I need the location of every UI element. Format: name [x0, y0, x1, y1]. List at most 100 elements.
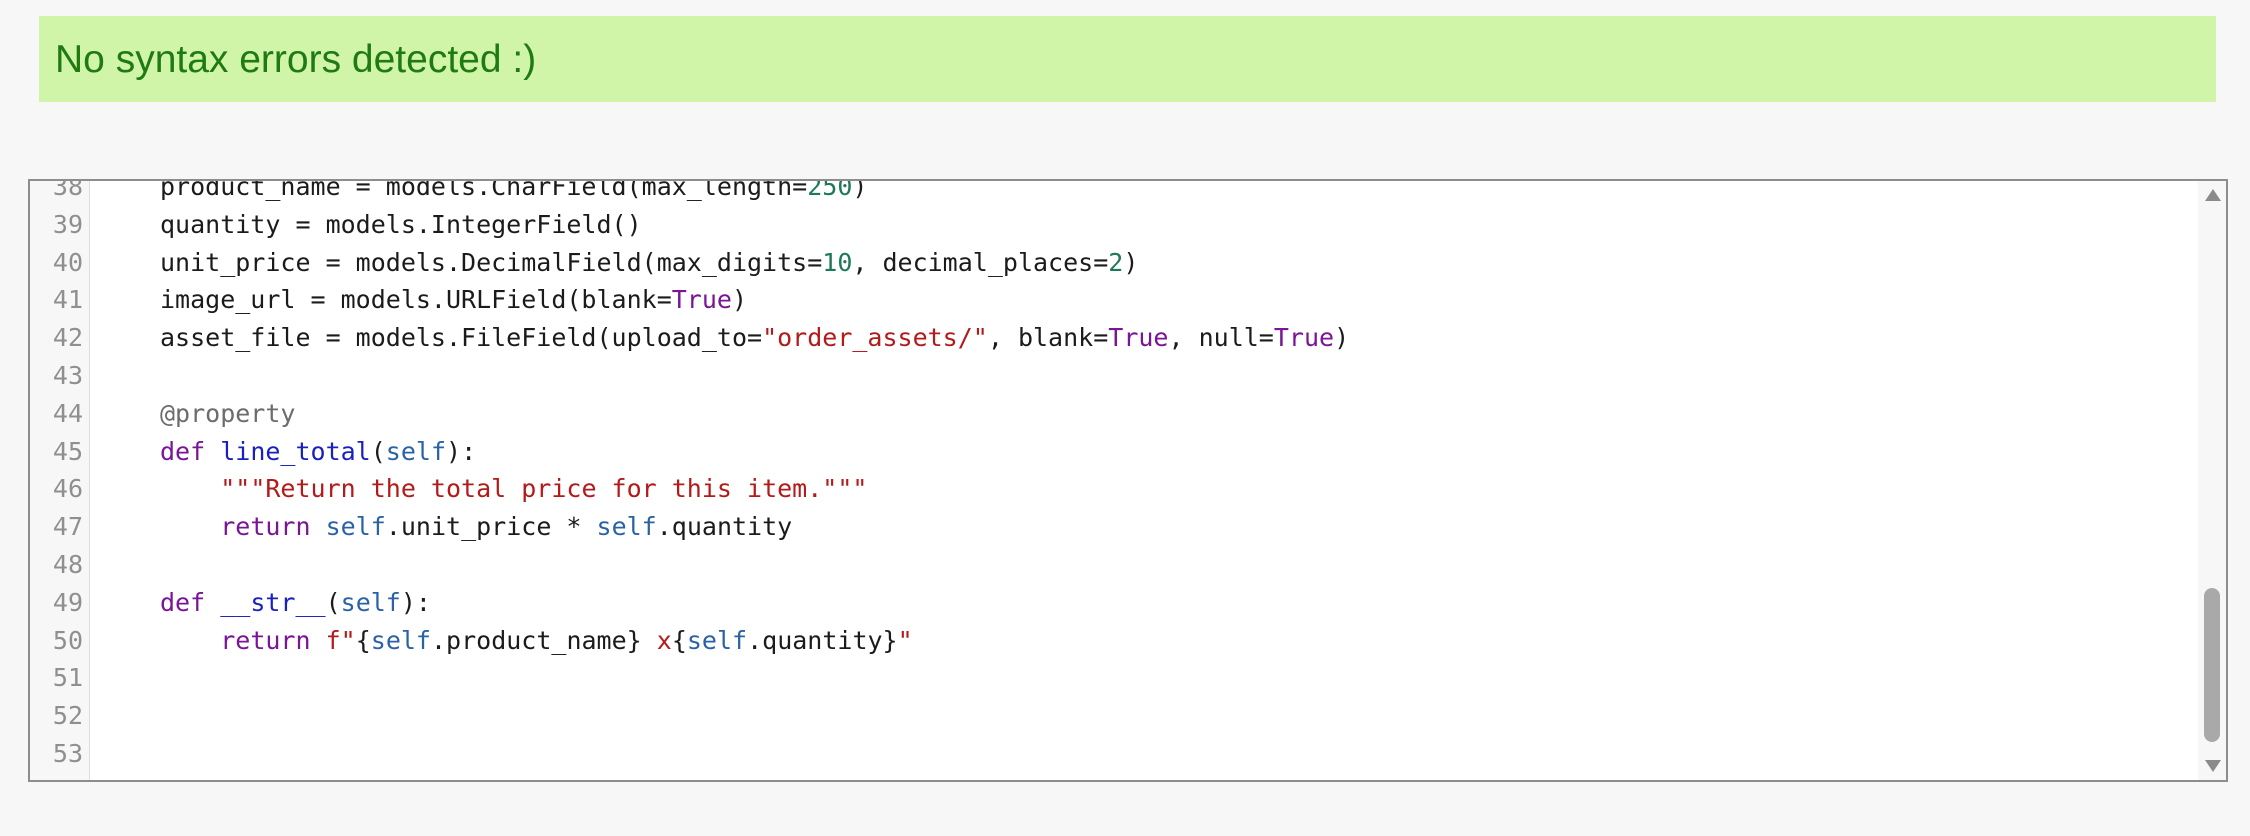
code-line[interactable]: 50 return f"{self.product_name} x{self.q… — [30, 622, 2196, 660]
code-line[interactable]: 51 — [30, 659, 2196, 697]
code-area[interactable]: 38 product_name = models.CharField(max_le… — [30, 179, 2196, 773]
line-number: 39 — [52, 209, 83, 239]
line-number: 44 — [52, 398, 83, 428]
line-number: 41 — [52, 285, 83, 315]
line-code: return f"{self.product_name} x{self.quan… — [160, 622, 913, 660]
line-number: 50 — [52, 625, 83, 655]
line-number: 43 — [52, 360, 83, 390]
code-token: """Return the total price for this item.… — [220, 474, 868, 504]
code-line[interactable]: 42 asset_file = models.FileField(upload_t… — [30, 319, 2196, 357]
code-token: { — [355, 625, 371, 655]
vertical-scrollbar[interactable] — [2198, 181, 2226, 780]
code-line[interactable]: 53 — [30, 735, 2196, 773]
code-token: True — [1108, 323, 1169, 353]
code-token: return — [220, 625, 311, 655]
code-token: ): — [446, 436, 477, 466]
code-line[interactable]: 40 unit_price = models.DecimalField(max_d… — [30, 244, 2196, 282]
line-code: product_name = models.CharField(max_leng… — [160, 179, 867, 206]
line-number: 42 — [52, 323, 83, 353]
code-token: @property — [160, 398, 296, 428]
code-token: self — [325, 512, 386, 542]
line-number: 53 — [52, 738, 83, 768]
line-number: 47 — [52, 512, 83, 542]
code-line[interactable]: 38 product_name = models.CharField(max_le… — [30, 179, 2196, 206]
code-token: self — [686, 625, 748, 655]
code-token: f" — [325, 625, 356, 655]
code-token: ( — [325, 587, 341, 617]
code-token: .product_name} — [430, 625, 642, 655]
line-code: def __str__(self): — [160, 584, 431, 622]
code-token: " — [897, 625, 913, 655]
line-code: def line_total(self): — [160, 433, 476, 471]
code-token: image_url = models.URLField(blank= — [160, 285, 672, 315]
line-number: 46 — [52, 474, 83, 504]
line-code: """Return the total price for this item.… — [160, 470, 867, 508]
code-line[interactable]: 44 @property — [30, 395, 2196, 433]
scroll-thumb[interactable] — [2204, 588, 2220, 742]
code-token: , null= — [1168, 323, 1274, 353]
syntax-status-message: No syntax errors detected :) — [55, 37, 537, 81]
line-code: return self.unit_price * self.quantity — [160, 508, 792, 546]
code-line[interactable]: 46 """Return the total price for this it… — [30, 470, 2196, 508]
code-token: def — [160, 587, 206, 617]
code-token: def — [160, 436, 206, 466]
code-line[interactable]: 49 def __str__(self): — [30, 584, 2196, 622]
code-line[interactable]: 39 quantity = models.IntegerField() — [30, 206, 2196, 244]
code-line[interactable]: 45 def line_total(self): — [30, 433, 2196, 471]
code-token: unit_price = models.DecimalField(max_dig… — [160, 247, 823, 277]
line-number: 49 — [52, 587, 83, 617]
code-token: 250 — [807, 179, 853, 201]
code-token: product_name = models.CharField(max_leng… — [160, 179, 808, 201]
code-token: .quantity — [656, 512, 793, 542]
code-token: .unit_price * — [385, 512, 597, 542]
line-number: 45 — [52, 436, 83, 466]
code-token: self — [596, 512, 657, 542]
code-token: "order_assets/" — [762, 323, 988, 353]
code-token: return — [220, 512, 311, 542]
code-token: ) — [1123, 247, 1139, 277]
code-token: { — [671, 625, 687, 655]
code-token: self — [370, 625, 431, 655]
line-code: unit_price = models.DecimalField(max_dig… — [160, 244, 1138, 282]
code-token: quantity = models.IntegerField() — [160, 209, 642, 239]
line-number: 51 — [52, 663, 83, 693]
line-code: @property — [160, 395, 295, 433]
code-token: 2 — [1108, 247, 1124, 277]
scroll-up-icon[interactable] — [2205, 189, 2221, 201]
code-token: __str__ — [220, 587, 326, 617]
code-editor[interactable]: 38 product_name = models.CharField(max_le… — [28, 179, 2228, 782]
code-token: ) — [731, 285, 748, 315]
code-token: line_total — [220, 436, 371, 466]
code-line[interactable]: 48 — [30, 546, 2196, 584]
code-token: ) — [1334, 323, 1350, 353]
code-line[interactable]: 41 image_url = models.URLField(blank=True… — [30, 281, 2196, 319]
code-token: self — [340, 587, 401, 617]
code-token: True — [671, 285, 732, 315]
code-token: , blank= — [987, 323, 1109, 353]
code-token: , decimal_places= — [852, 247, 1109, 277]
code-line[interactable]: 47 return self.unit_price * self.quantit… — [30, 508, 2196, 546]
code-token: x — [641, 625, 672, 655]
code-token: 10 — [822, 247, 853, 277]
code-token: ): — [400, 587, 431, 617]
line-number: 38 — [52, 179, 83, 201]
code-token: True — [1273, 323, 1335, 353]
scroll-down-icon[interactable] — [2205, 760, 2221, 772]
code-token: asset_file = models.FileField(upload_to= — [160, 323, 763, 353]
code-line[interactable]: 43 — [30, 357, 2196, 395]
syntax-status-banner: No syntax errors detected :) — [39, 16, 2216, 102]
code-token: self — [385, 436, 447, 466]
line-number: 48 — [52, 549, 83, 579]
code-token: .quantity} — [747, 625, 898, 655]
line-number: 52 — [52, 701, 83, 731]
code-line[interactable]: 52 — [30, 697, 2196, 735]
code-token: ( — [370, 436, 386, 466]
line-number: 40 — [52, 247, 83, 277]
